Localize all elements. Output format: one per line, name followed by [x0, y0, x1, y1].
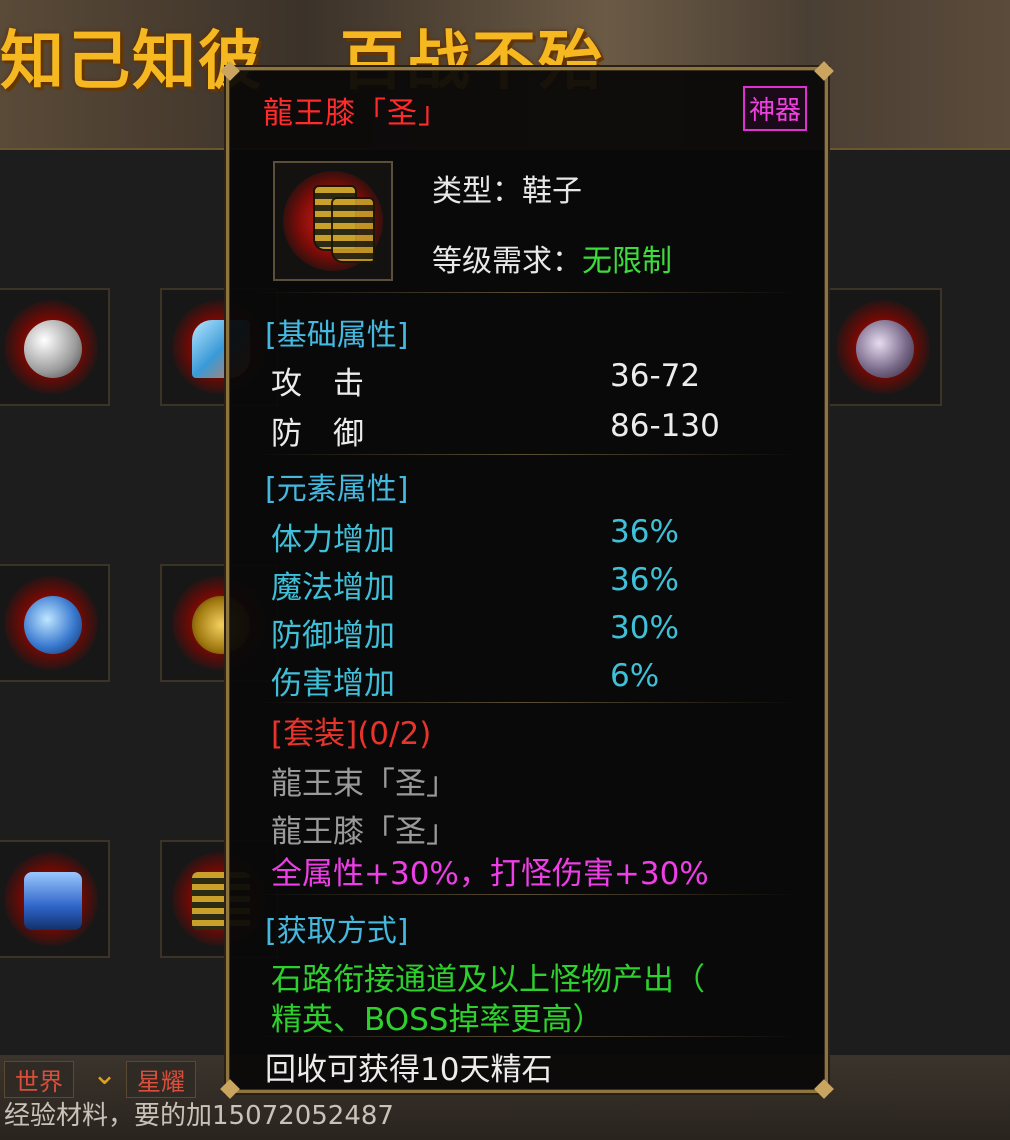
stat-magic-value: 36%	[610, 562, 679, 598]
banner-left-text: 知己知彼	[0, 25, 264, 99]
item-name: 龍王膝「圣」	[263, 96, 449, 131]
set-header-label: [套装]	[271, 716, 358, 752]
source-line: 石路衔接通道及以上怪物产出（	[271, 962, 705, 998]
ring-slot-left[interactable]	[0, 288, 110, 406]
boots-icon	[24, 872, 82, 930]
stat-attack-value: 36-72	[610, 358, 701, 394]
glove-slot-left[interactable]	[0, 564, 110, 682]
stat-defense-value: 86-130	[610, 408, 720, 444]
dragon-boots-icon	[273, 161, 393, 281]
stat-def-bonus-name: 防御增加	[271, 618, 395, 654]
source-line: 精英、BOSS掉率更高）	[271, 1002, 604, 1038]
stat-defense-name: 防 御	[271, 416, 364, 452]
ring-icon	[24, 320, 82, 378]
chat-tab-world[interactable]: 世界	[4, 1061, 74, 1098]
set-header: [套装](0/2)	[271, 708, 431, 753]
basic-attributes-header: [基础属性]	[265, 318, 409, 353]
ring-icon	[856, 320, 914, 378]
source-header: [获取方式]	[265, 914, 409, 949]
chevron-down-icon[interactable]: ⌄	[92, 1057, 117, 1092]
level-requirement: 等级需求：无限制	[432, 236, 672, 280]
stat-damage-name: 伤害增加	[271, 666, 395, 702]
divider	[255, 702, 799, 703]
level-req-label: 等级需求：	[432, 244, 582, 279]
gauntlet-icon	[24, 596, 82, 654]
level-req-value: 无限制	[582, 244, 672, 279]
stat-damage-value: 6%	[610, 658, 660, 694]
element-attributes-header: [元素属性]	[265, 472, 409, 507]
item-tooltip: 龍王膝「圣」 神器 类型：鞋子 等级需求：无限制 [基础属性] 攻 击 36-7…	[220, 61, 834, 1099]
recycle-info: 回收可获得10天精石	[265, 1052, 553, 1088]
stat-attack-name: 攻 击	[271, 366, 364, 402]
chat-message: 经验材料，要的加15072052487	[4, 1101, 394, 1131]
set-item: 龍王束「圣」	[271, 766, 457, 802]
stat-magic-name: 魔法增加	[271, 570, 395, 606]
set-progress: (0/2)	[357, 716, 432, 752]
stat-stamina-value: 36%	[610, 514, 679, 550]
boots-slot-left[interactable]	[0, 840, 110, 958]
divider	[255, 894, 799, 895]
divider	[255, 292, 799, 293]
quality-badge: 神器	[742, 86, 807, 131]
stat-stamina-name: 体力增加	[271, 522, 395, 558]
set-item: 龍王膝「圣」	[271, 814, 457, 850]
stat-def-bonus-value: 30%	[610, 610, 679, 646]
set-bonus: 全属性+30%，打怪伤害+30%	[271, 856, 709, 892]
divider	[255, 454, 799, 455]
divider	[255, 1036, 799, 1037]
chat-tab-channel[interactable]: 星耀	[126, 1061, 196, 1098]
item-type: 类型：鞋子	[432, 174, 582, 209]
ring-slot-right[interactable]	[824, 288, 942, 406]
